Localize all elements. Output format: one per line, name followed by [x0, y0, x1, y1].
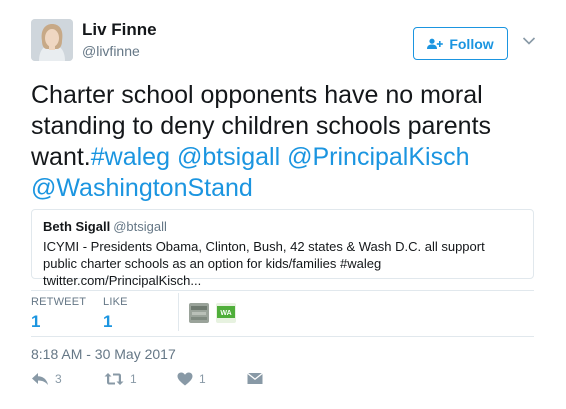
retweet-stat-count: 1 [31, 312, 41, 331]
author-handle[interactable]: @livfinne [82, 43, 140, 59]
svg-text:WA: WA [220, 310, 231, 317]
divider [31, 290, 534, 291]
liker-avatar[interactable] [189, 303, 209, 323]
divider [31, 336, 534, 337]
quoted-author-name: Beth Sigall [43, 219, 111, 234]
retweet-stat[interactable]: RETWEET 1 [31, 296, 86, 332]
like-stat-label: LIKE [103, 296, 128, 308]
reply-count: 3 [55, 372, 62, 386]
author-avatar[interactable] [31, 19, 73, 61]
follow-label: Follow [449, 35, 494, 52]
quoted-author-handle: @btsigall [113, 219, 167, 234]
author-name[interactable]: Liv Finne [82, 20, 157, 40]
tweet-text: Charter school opponents have no moral s… [31, 80, 541, 204]
retweet-count: 1 [130, 372, 137, 386]
quoted-tweet[interactable]: Beth Sigall @btsigall ICYMI - Presidents … [31, 209, 534, 288]
divider [178, 293, 179, 331]
quoted-tweet-text: ICYMI - Presidents Obama, Clinton, Bush,… [43, 239, 485, 288]
heart-icon [177, 372, 193, 386]
liker-avatar[interactable]: WA [216, 303, 236, 323]
retweet-button[interactable]: 1 [104, 372, 137, 386]
retweet-icon [104, 373, 124, 385]
mention-link[interactable]: @WashingtonStand [31, 174, 253, 202]
reply-icon [32, 373, 48, 385]
retweet-stat-label: RETWEET [31, 296, 87, 308]
envelope-icon [247, 372, 263, 384]
add-user-icon [427, 38, 444, 50]
follow-button[interactable]: Follow [413, 27, 508, 60]
like-count: 1 [199, 372, 206, 386]
mention-link[interactable]: @PrincipalKisch [287, 143, 469, 171]
tweet-card: Liv Finne @livfinne Follow Charter schoo… [0, 0, 566, 409]
direct-message-button[interactable] [247, 372, 263, 385]
chevron-down-icon[interactable] [522, 36, 536, 46]
tweet-timestamp[interactable]: 8:18 AM - 30 May 2017 [31, 346, 176, 362]
like-stat-count: 1 [103, 312, 113, 331]
reply-button[interactable]: 3 [31, 372, 62, 386]
mention-link[interactable]: @btsigall [177, 143, 280, 171]
hashtag-link[interactable]: #waleg [91, 143, 170, 171]
like-stat[interactable]: LIKE 1 [103, 296, 128, 332]
like-button[interactable]: 1 [177, 372, 206, 386]
